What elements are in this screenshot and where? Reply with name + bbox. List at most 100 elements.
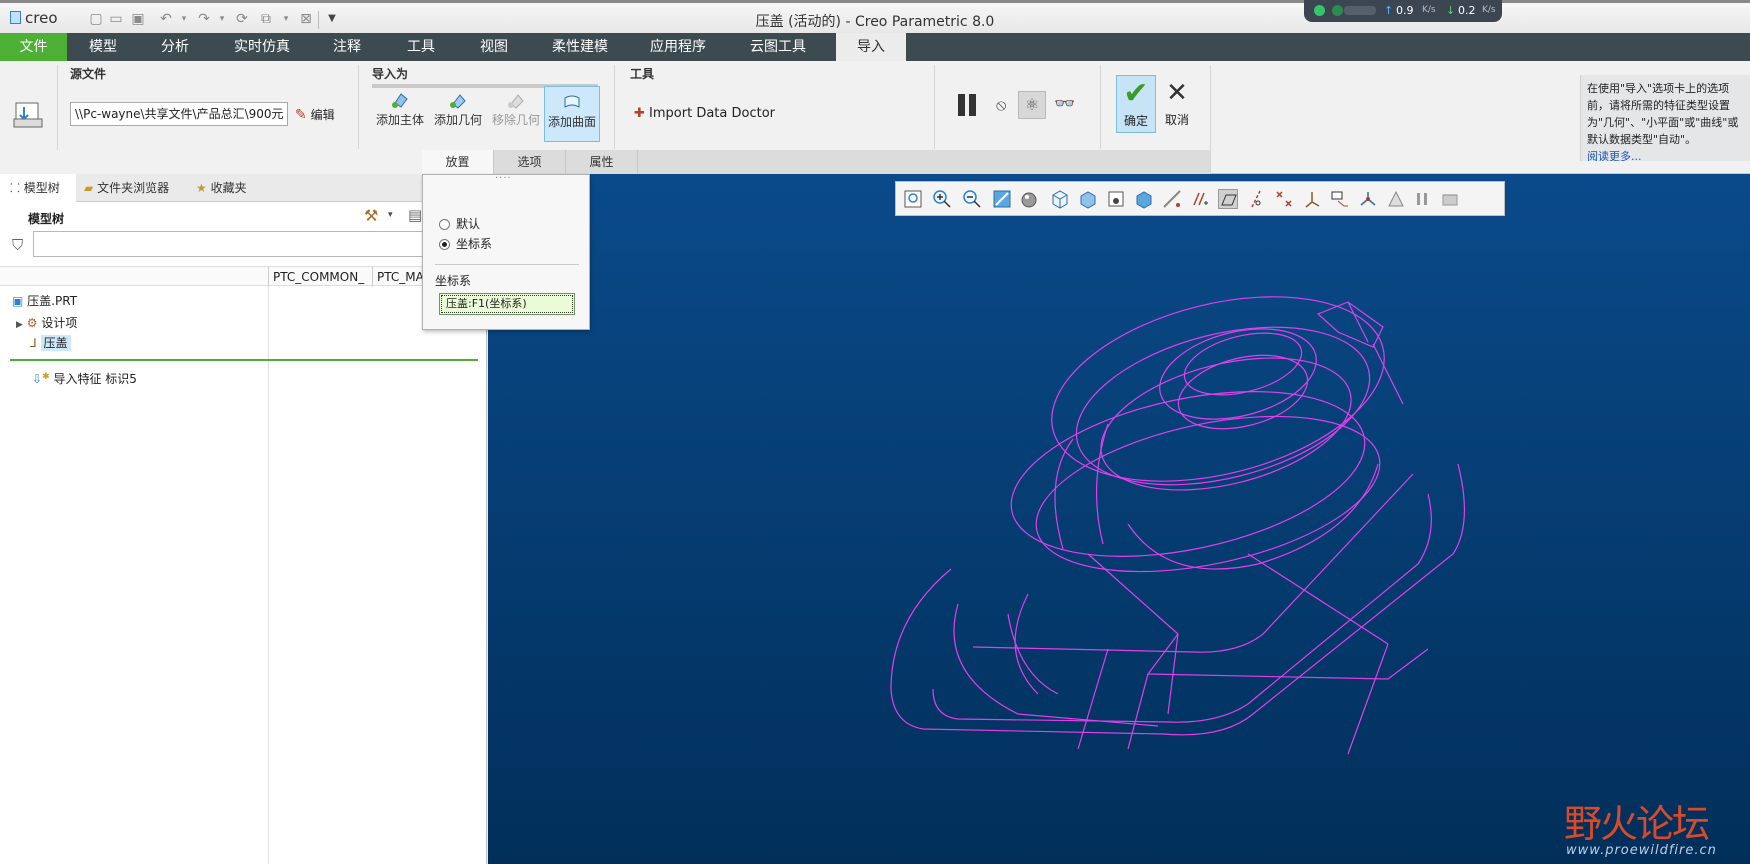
tab-tools[interactable]: 工具 [390,33,452,61]
refit-icon[interactable] [903,189,923,209]
tab-model-tree[interactable]: ⸬ 模型树 [0,174,76,202]
wireframe-model [890,296,1465,755]
help-tip-panel: 在使用"导入"选项卡上的选项前，请将所需的特征类型设置为"几何"、"小平面"或"… [1580,75,1750,161]
datum-display-filter-icon[interactable] [1190,189,1210,209]
placement-panel: ···· 默认 坐标系 坐标系 压盖:F1(坐标系) [422,173,590,330]
annotation-display-icon[interactable] [1330,189,1350,209]
tab-annotate[interactable]: 注释 [316,33,378,61]
upload-unit: K/s [1422,5,1436,15]
tab-simulation[interactable]: 实时仿真 [222,33,302,61]
ok-button[interactable]: ✔ 确定 [1116,75,1156,133]
tree-search-input[interactable] [33,231,425,257]
tree-item-csys[interactable]: ⅃ 压盖 [30,334,71,351]
verify-mode-icon[interactable]: ⚛ [1018,91,1046,119]
download-speed: 0.2 [1458,4,1476,17]
usage-bar [1344,6,1376,15]
add-surface-button[interactable]: 添加曲面 [544,86,600,142]
new-feature-star-icon: ✱ [42,372,50,382]
model-tree-title: 模型树 [28,212,65,226]
tab-flexible-modeling[interactable]: 柔性建模 [542,33,618,61]
tree-item-import-feature[interactable]: ⇩✱ 导入特征 标识5 [32,370,137,387]
view-manager-icon[interactable] [1078,189,1098,209]
tree-item-design-items[interactable]: ▶ ⚙ 设计项 [16,314,77,331]
show-columns-icon[interactable]: ▤ [408,206,422,224]
point-display-icon[interactable] [1274,189,1294,209]
zoom-out-icon[interactable] [962,189,982,209]
source-file-group-label: 源文件 [70,67,107,81]
tab-model[interactable]: 模型 [72,33,134,61]
edit-button[interactable]: ✎ 编辑 [295,106,335,123]
help-tip-text: 在使用"导入"选项卡上的选项前，请将所需的特征类型设置为"几何"、"小平面"或"… [1587,82,1739,146]
tools-group-label: 工具 [630,67,655,81]
tree-item-root[interactable]: ▣ 压盖.PRT [12,292,77,309]
no-preview-icon[interactable]: ⦸ [996,95,1006,115]
csys-section-label: 坐标系 [435,274,472,288]
part-icon: ▣ [12,294,24,308]
tab-folder-browser[interactable]: ▰ 文件夹浏览器 [84,174,169,202]
csys-display-icon[interactable] [1302,189,1322,209]
tree-settings-icon[interactable]: ⚒ [364,206,378,225]
watermark-title: 野火论坛 [1564,802,1710,846]
radio-csys[interactable] [439,239,450,250]
column-ptc-common[interactable]: PTC_COMMON_ [273,270,364,284]
add-geometry-button[interactable]: 添加几何 [430,91,486,128]
ribbon-tab-bar: 文件 模型 分析 实时仿真 注释 工具 视图 柔性建模 应用程序 云图工具 导入 [0,33,1750,61]
import-data-doctor-button[interactable]: ✚ Import Data Doctor [634,106,775,121]
grip-handle[interactable]: ···· [495,173,512,184]
insert-here-line[interactable] [10,359,478,361]
remove-geometry-button[interactable]: 移除几何 [488,91,544,128]
subtab-spacer [0,150,422,174]
section-view-icon[interactable] [1134,189,1154,209]
tab-favorites[interactable]: ★ 收藏夹 [196,174,247,202]
remove-geometry-icon [508,94,524,109]
tab-file[interactable]: 文件 [0,33,67,61]
watermark-url: www.proewildfire.cn [1566,843,1717,858]
star-folder-icon: ★ [196,181,207,195]
radio-default[interactable] [439,219,450,230]
axis-display-icon[interactable] [1246,189,1266,209]
tab-placement[interactable]: 放置 [422,150,494,174]
network-speed-widget: ↑ 0.9 K/s ↓ 0.2 K/s [1304,0,1502,22]
watermark: 野火论坛 www.proewildfire.cn [1560,775,1750,864]
tab-cloud-tools[interactable]: 云图工具 [738,33,818,61]
spin-center-toggle-icon[interactable] [1358,189,1378,209]
tab-properties[interactable]: 属性 [566,150,638,174]
repaint-icon[interactable] [992,189,1012,209]
tab-applications[interactable]: 应用程序 [640,33,716,61]
spin-center-icon[interactable] [1162,189,1182,209]
reset-view-icon[interactable] [1440,189,1460,209]
glasses-preview-icon[interactable]: 👓 [1054,94,1075,114]
expand-arrow-icon[interactable]: ▶ [16,320,23,330]
read-more-link[interactable]: 阅读更多... [1587,150,1642,161]
subtab-filler [638,150,1210,174]
perspective-view-icon[interactable] [1106,189,1126,209]
source-path-field[interactable]: \\Pc-wayne\共享文件\产品总汇\900元 [70,102,288,126]
column-ptc-material[interactable]: PTC_MA [377,270,424,284]
cancel-button[interactable]: ✕ 取消 [1160,75,1194,133]
download-arrow-icon: ↓ [1446,4,1456,17]
add-body-button[interactable]: 添加主体 [372,91,428,128]
zoom-in-icon[interactable] [932,189,952,209]
hidden-line-icon[interactable] [1386,189,1406,209]
option-default[interactable]: 默认 [439,215,480,232]
tab-view[interactable]: 视图 [463,33,525,61]
graphics-window[interactable] [488,174,1750,864]
add-body-icon [392,93,408,108]
tab-options[interactable]: 选项 [494,150,566,174]
download-unit: K/s [1482,5,1496,15]
import-file-icon[interactable] [10,97,46,133]
option-csys[interactable]: 坐标系 [439,235,492,252]
display-style-icon[interactable] [1020,189,1040,209]
popup-divider [435,264,579,265]
pause-animation-icon[interactable] [1412,189,1432,209]
filter-icon[interactable]: ⛉ [12,236,23,254]
csys-reference-collector[interactable]: 压盖:F1(坐标系) [439,293,575,315]
settings-dropdown-icon[interactable]: ▾ [388,210,393,220]
tab-analysis[interactable]: 分析 [144,33,206,61]
tab-import[interactable]: 导入 [836,33,906,61]
coordinate-system-icon: ⅃ [30,336,37,350]
saved-orientations-icon[interactable] [1050,189,1070,209]
status-dot-icon [1332,5,1343,16]
plane-display-icon[interactable] [1218,189,1238,209]
pause-icon[interactable] [958,94,978,116]
